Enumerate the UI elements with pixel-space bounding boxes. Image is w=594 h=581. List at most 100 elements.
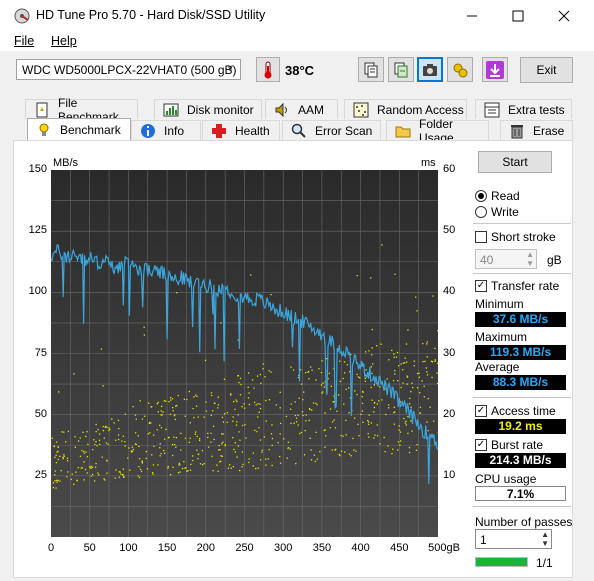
- access-time-point: [94, 443, 96, 446]
- passes-spinner[interactable]: 1 ▲ ▼: [475, 529, 552, 549]
- access-time-point: [391, 448, 394, 450]
- tab-disk-monitor[interactable]: Disk monitor: [154, 99, 262, 119]
- download-button[interactable]: [482, 57, 508, 82]
- access-time-point: [434, 347, 436, 350]
- health-icon: [211, 123, 227, 139]
- access-time-point: [303, 454, 306, 456]
- tab-aam[interactable]: AAM: [265, 99, 338, 119]
- access-time-point: [203, 462, 205, 465]
- menu-bar: File Help: [0, 31, 594, 51]
- spinner-up-icon[interactable]: ▲: [541, 530, 549, 539]
- access-time-point: [364, 377, 366, 380]
- access-time-point: [314, 460, 317, 463]
- y-axis-label: MB/s: [53, 157, 79, 169]
- info-icon: [140, 123, 156, 139]
- screenshot-button[interactable]: [417, 57, 443, 82]
- access-time-point: [118, 427, 120, 430]
- short-stroke-checkbox[interactable]: [475, 231, 487, 243]
- access-time-point: [59, 455, 61, 458]
- access-time-point: [242, 424, 244, 427]
- access-time-checkbox[interactable]: ✓: [475, 405, 487, 417]
- save-screenshot-button[interactable]: [388, 57, 414, 82]
- access-time-point: [59, 480, 61, 482]
- access-time-point: [145, 457, 147, 460]
- access-time-point: [265, 399, 267, 402]
- tab-error-scan[interactable]: Error Scan: [282, 120, 381, 140]
- tab-file-benchmark[interactable]: File Benchmark: [25, 96, 138, 124]
- access-time-point: [127, 457, 129, 459]
- access-time-point: [316, 458, 318, 460]
- access-time-point: [177, 394, 179, 397]
- access-time-point: [238, 381, 240, 384]
- access-time-point: [399, 444, 401, 446]
- access-time-point: [411, 430, 413, 432]
- access-time-point: [368, 436, 370, 438]
- access-time-point: [167, 467, 169, 469]
- access-time-point: [393, 356, 395, 358]
- access-time-point: [236, 456, 238, 458]
- access-time-point: [109, 428, 111, 431]
- close-button[interactable]: [541, 0, 587, 31]
- access-time-point: [406, 376, 409, 378]
- transfer-rate-checkbox[interactable]: ✓: [475, 280, 487, 292]
- access-time-point: [304, 429, 306, 432]
- access-time-point: [90, 465, 92, 467]
- start-button[interactable]: Start: [478, 151, 552, 173]
- tab-info[interactable]: Info: [131, 120, 201, 140]
- title-bar[interactable]: HD Tune Pro 5.70 - Hard Disk/SSD Utility: [0, 0, 594, 31]
- access-time-point: [239, 394, 242, 396]
- access-time-point: [324, 412, 326, 414]
- access-time-point: [63, 455, 65, 458]
- tab-benchmark[interactable]: Benchmark: [27, 118, 131, 140]
- drive-select[interactable]: WDC WD5000LPCX-22VHAT0 (500 gB) ∨: [16, 59, 241, 80]
- access-time-point: [54, 474, 56, 476]
- access-time-point: [139, 400, 141, 402]
- access-time-point: [222, 421, 225, 423]
- tab-health[interactable]: Health: [202, 120, 280, 140]
- access-time-point: [279, 433, 281, 435]
- access-time-point: [397, 449, 399, 451]
- burst-rate-value: 214.3 MB/s: [475, 453, 566, 468]
- access-time-point: [305, 420, 307, 422]
- menu-file[interactable]: File: [14, 34, 34, 48]
- access-time-point: [66, 457, 69, 460]
- read-radio[interactable]: [475, 190, 487, 202]
- tab-folder-usage[interactable]: Folder Usage: [386, 117, 489, 145]
- access-time-point: [340, 434, 342, 437]
- access-time-point: [157, 464, 159, 466]
- options-button[interactable]: [447, 57, 473, 82]
- access-time-point: [148, 402, 150, 404]
- access-time-point: [62, 457, 64, 460]
- access-time-point: [214, 402, 216, 405]
- camera-icon: [423, 63, 437, 76]
- exit-button[interactable]: Exit: [520, 57, 573, 83]
- access-time-point: [106, 472, 108, 474]
- maximize-button[interactable]: [495, 0, 541, 31]
- drive-select-value: WDC WD5000LPCX-22VHAT0 (500 gB): [22, 63, 237, 77]
- access-time-point: [174, 418, 177, 421]
- access-time-point: [104, 479, 106, 481]
- access-time-point: [80, 467, 82, 469]
- access-time-point: [290, 403, 292, 405]
- write-radio[interactable]: [475, 206, 487, 218]
- temperature-button[interactable]: [256, 57, 280, 82]
- tab-extra-tests[interactable]: Extra tests: [475, 99, 572, 119]
- burst-rate-checkbox[interactable]: ✓: [475, 439, 487, 451]
- access-time-point: [156, 429, 158, 431]
- access-time-point: [408, 451, 411, 454]
- access-time-point: [370, 422, 373, 424]
- access-time-point: [261, 449, 263, 451]
- tab-erase[interactable]: Erase: [500, 120, 573, 140]
- access-time-point: [408, 446, 411, 449]
- access-time-point: [339, 380, 341, 382]
- access-time-point: [151, 454, 153, 456]
- copy-text-button[interactable]: [358, 57, 384, 82]
- minimize-button[interactable]: [449, 0, 495, 31]
- menu-help[interactable]: Help: [51, 34, 77, 48]
- access-time-point: [295, 417, 298, 419]
- access-time-point: [82, 431, 84, 433]
- access-time-point: [376, 435, 379, 437]
- access-time-point: [174, 443, 176, 446]
- spinner-down-icon[interactable]: ▼: [541, 539, 549, 548]
- short-stroke-spinner[interactable]: 40 ▲ ▼: [475, 249, 537, 269]
